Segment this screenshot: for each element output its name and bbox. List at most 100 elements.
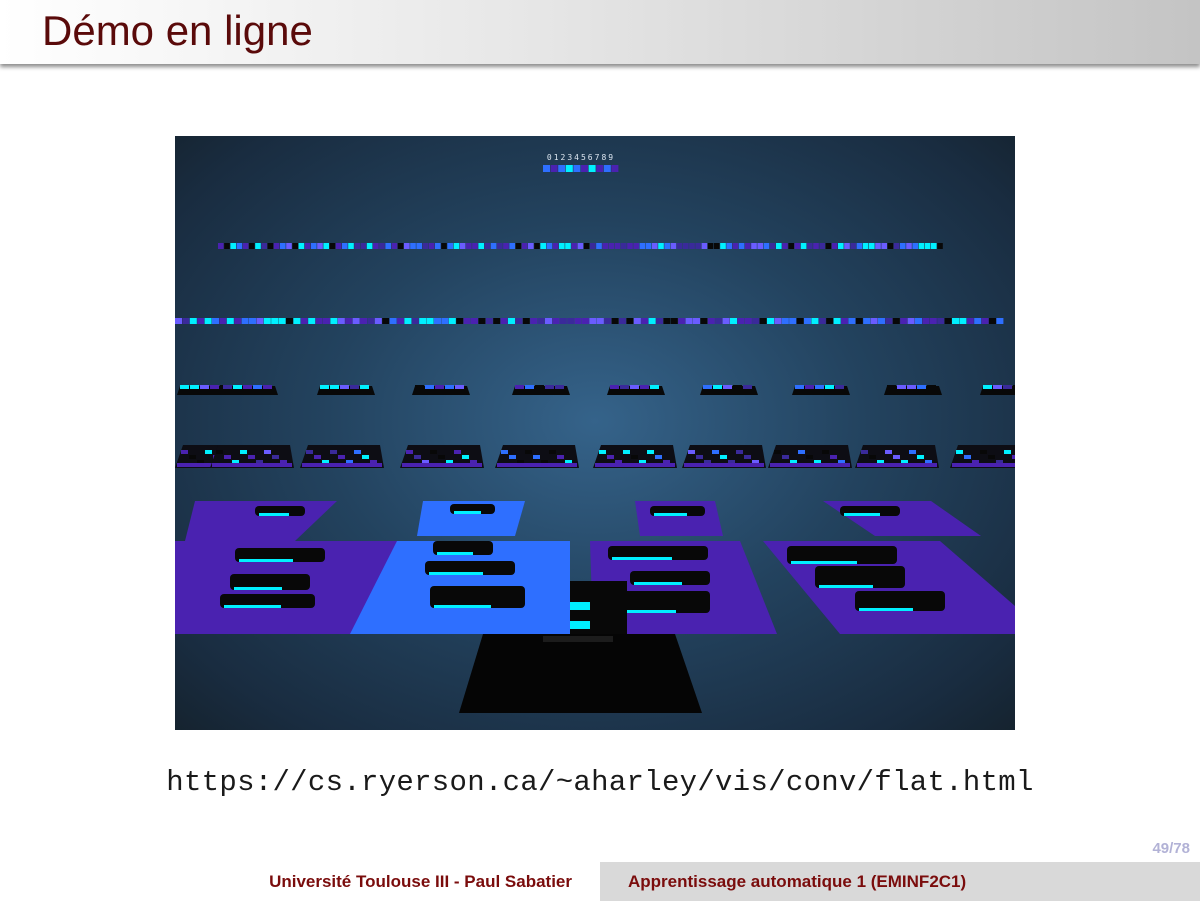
fc-unit [261, 243, 267, 249]
fc-unit [218, 243, 224, 249]
pool-cell [210, 385, 219, 389]
pool-cell [907, 385, 916, 389]
conv-edge [212, 463, 292, 467]
fc-unit [619, 318, 626, 324]
pool-cell [200, 385, 209, 389]
fc-unit [234, 318, 242, 324]
fc-unit [906, 243, 912, 249]
fc-unit [641, 318, 649, 324]
fc-unit [182, 318, 190, 324]
conv-cell [216, 450, 223, 454]
fc-unit [478, 318, 486, 324]
output-cell [588, 165, 596, 172]
fc-unit [776, 243, 782, 249]
conv-cell [631, 455, 638, 459]
fc-unit [323, 243, 329, 249]
pool-cell [620, 385, 629, 389]
pool-cell [743, 385, 752, 389]
fc-unit [752, 318, 760, 324]
conv-cell [806, 455, 813, 459]
fc-unit [521, 243, 528, 249]
fc-unit [907, 318, 915, 324]
fc-unit [565, 243, 571, 249]
fc-unit [767, 318, 774, 324]
fc-unit [848, 318, 856, 324]
conv-cell [306, 450, 313, 454]
output-cell [603, 165, 611, 172]
fc-unit [850, 243, 856, 249]
fc-unit [863, 318, 871, 324]
fc-unit [493, 318, 501, 324]
fc-unit [411, 318, 419, 324]
fc-unit [583, 243, 590, 249]
page-number: 49/78 [1152, 840, 1190, 857]
fc-unit [379, 243, 385, 249]
fc-unit [604, 318, 612, 324]
fc-unit [670, 243, 677, 249]
fc-unit [885, 318, 893, 324]
fc-unit [856, 243, 863, 249]
pool-cell [253, 385, 262, 389]
pool-cell [983, 385, 992, 389]
pool-cell [350, 385, 359, 389]
conv-edge [952, 463, 1015, 467]
fc-unit [862, 243, 869, 249]
fc-unit [804, 318, 811, 324]
fc-unit [360, 243, 367, 249]
conv-cell [893, 455, 900, 459]
conv-cell [988, 455, 995, 459]
fc-unit [534, 243, 540, 249]
fc-unit [626, 318, 634, 324]
conv-cell [861, 450, 868, 454]
conv-cell [798, 450, 805, 454]
fc-unit [819, 243, 825, 249]
pool-cell [223, 385, 232, 389]
fc-unit [298, 243, 305, 249]
fc-unit [374, 318, 382, 324]
fc-unit [435, 243, 441, 249]
fc-unit [373, 243, 379, 249]
fc-unit [419, 318, 427, 324]
fc-unit [447, 243, 453, 249]
conv-cell [720, 455, 727, 459]
fc-unit [959, 318, 967, 324]
pool-cell [927, 385, 936, 389]
fc-unit [664, 243, 670, 249]
fc-unit [714, 243, 720, 249]
fc-unit [354, 243, 360, 249]
conv-cell [1004, 450, 1011, 454]
fc-unit [715, 318, 723, 324]
fc-unit [385, 243, 391, 249]
conv-cell [533, 455, 540, 459]
digit-highlight [791, 561, 857, 564]
conv-cell [909, 450, 916, 454]
fc-unit [813, 243, 819, 249]
fc-unit [912, 243, 918, 249]
slide-title: Démo en ligne [42, 7, 313, 54]
fc-unit [366, 243, 373, 249]
fc-unit [242, 243, 249, 249]
fc-unit [744, 318, 752, 324]
conv-cell [956, 450, 963, 454]
conv-cell [822, 450, 829, 454]
pool-cell [320, 385, 329, 389]
fc-unit [683, 243, 689, 249]
fc-unit [472, 243, 478, 249]
fc-unit [800, 243, 807, 249]
fc-unit [774, 318, 782, 324]
demo-url[interactable]: https://cs.ryerson.ca/~aharley/vis/conv/… [0, 766, 1200, 799]
fc-unit [537, 318, 545, 324]
pool-cell [515, 385, 524, 389]
fc-unit [567, 318, 575, 324]
fc-unit [633, 243, 639, 249]
pool-cell [897, 385, 906, 389]
fc-unit [870, 318, 878, 324]
fc-unit [611, 318, 619, 324]
conv-cell [430, 450, 437, 454]
fc-unit [204, 318, 212, 324]
digit-highlight [612, 557, 672, 560]
conv-cell [557, 455, 564, 459]
footer-institution-panel: Université Toulouse III - Paul Sabatier [0, 862, 600, 901]
fc-unit [416, 243, 422, 249]
fc-unit [737, 318, 745, 324]
